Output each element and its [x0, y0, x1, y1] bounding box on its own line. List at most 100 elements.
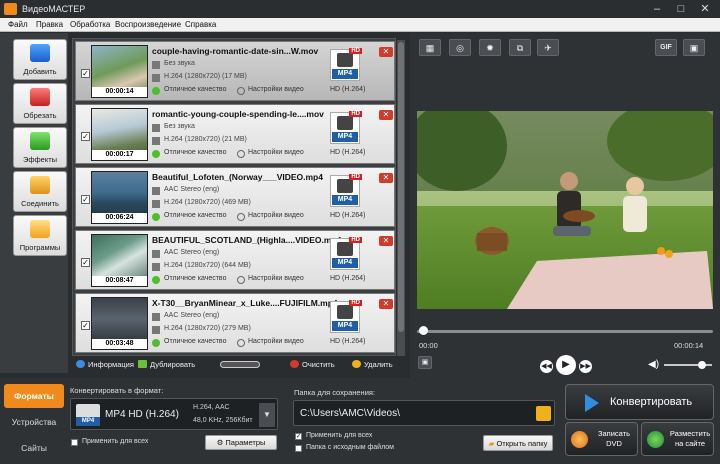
open-folder-button[interactable]: ▰ Открыть папку — [483, 435, 553, 451]
cut-label: Обрезать — [23, 111, 57, 120]
list-scrollbar[interactable] — [397, 40, 405, 356]
format-badge[interactable]: HD MP4 — [330, 48, 362, 81]
effects-button[interactable]: Эффекты — [13, 127, 67, 168]
format-selector[interactable]: MP4 MP4 HD (H.264) H.264, AAC 48,0 KHz, … — [70, 398, 278, 430]
format-name: MP4 HD (H.264) — [105, 409, 179, 420]
source-folder-label: Папка с исходным файлом — [306, 444, 394, 451]
delete-button[interactable]: Удалить — [352, 360, 393, 369]
remove-file-icon[interactable]: ✕ — [379, 173, 393, 183]
duration-label: 00:00:14 — [92, 87, 147, 97]
video-thumbnail[interactable]: 00:00:17 — [91, 108, 148, 161]
duplicate-button[interactable]: Дублировать — [138, 360, 195, 369]
tab-sites[interactable]: Сайты — [4, 436, 64, 460]
video-preview[interactable] — [417, 111, 713, 309]
parameters-button[interactable]: ⚙ Параметры — [205, 435, 277, 450]
file-checkbox[interactable]: ✓ — [81, 321, 90, 330]
video-settings-link[interactable]: Настройки видео — [248, 149, 304, 156]
apply-all-folder-checkbox[interactable]: ✓ — [295, 433, 302, 440]
apply-all-checkbox[interactable] — [71, 439, 78, 446]
scrollbar-thumb[interactable] — [398, 42, 404, 332]
film-strip-icon[interactable]: ▦ — [419, 39, 441, 56]
video-thumbnail[interactable]: 00:03:48 — [91, 297, 148, 350]
snapshot-icon[interactable]: ▣ — [418, 356, 432, 369]
play-icon[interactable]: ▶ — [556, 355, 576, 375]
tab-devices[interactable]: Устройства — [4, 410, 64, 434]
info-icon — [76, 360, 85, 368]
quality-label[interactable]: Отличное качество — [164, 212, 226, 219]
remove-file-icon[interactable]: ✕ — [379, 236, 393, 246]
camera-icon — [337, 179, 353, 193]
join-button[interactable]: Соединить — [13, 171, 67, 212]
add-button[interactable]: Добавить — [13, 39, 67, 80]
convert-button[interactable]: Конвертировать — [565, 384, 714, 420]
close-icon[interactable]: ✕ — [694, 2, 716, 16]
menu-edit[interactable]: Правка — [36, 20, 63, 29]
quality-label[interactable]: Отличное качество — [164, 149, 226, 156]
audio-info: Без звука — [164, 123, 195, 130]
file-item[interactable]: ✓ 00:00:17 romantic-young-couple-spendin… — [75, 104, 395, 164]
file-item[interactable]: ✓ 00:03:48 X-T30__BryanMinear_x_Luke....… — [75, 293, 395, 353]
burn-dvd-button[interactable]: Записать DVD — [565, 422, 638, 456]
file-item[interactable]: ✓ 00:08:47 BEAUTIFUL_SCOTLAND_(Highla...… — [75, 230, 395, 290]
remove-file-icon[interactable]: ✕ — [379, 47, 393, 57]
seek-handle[interactable] — [419, 326, 428, 335]
quality-label[interactable]: Отличное качество — [164, 86, 226, 93]
maximize-icon[interactable]: □ — [670, 2, 692, 16]
menu-file[interactable]: Файл — [8, 20, 28, 29]
crop-icon[interactable]: ⧉ — [509, 39, 531, 56]
save-folder-field[interactable]: C:\Users\AMC\Videos\ — [293, 400, 555, 426]
brightness-icon[interactable]: ✹ — [479, 39, 501, 56]
programs-button[interactable]: Программы — [13, 215, 67, 256]
video-settings-link[interactable]: Настройки видео — [248, 212, 304, 219]
video-thumbnail[interactable]: 00:08:47 — [91, 234, 148, 287]
gear-icon — [237, 339, 245, 347]
info-button[interactable]: Информация — [76, 360, 134, 369]
upload-button[interactable]: Разместить на сайте — [641, 422, 714, 456]
parameters-label: Параметры — [225, 438, 266, 447]
minimize-icon[interactable]: – — [646, 2, 668, 16]
source-folder-checkbox[interactable] — [295, 445, 302, 452]
chevron-down-icon[interactable]: ▼ — [259, 403, 275, 427]
video-thumbnail[interactable]: 00:06:24 — [91, 171, 148, 224]
file-item[interactable]: ✓ 00:06:24 Beautiful_Lofoten_(Norway___V… — [75, 167, 395, 227]
file-checkbox[interactable]: ✓ — [81, 258, 90, 267]
remove-file-icon[interactable]: ✕ — [379, 299, 393, 309]
video-settings-link[interactable]: Настройки видео — [248, 338, 304, 345]
cut-button[interactable]: Обрезать — [13, 83, 67, 124]
video-settings-link[interactable]: Настройки видео — [248, 86, 304, 93]
duration-label: 00:08:47 — [92, 276, 147, 286]
folder-icon[interactable] — [536, 406, 551, 421]
menu-playback[interactable]: Воспроизведение — [115, 20, 181, 29]
video-icon — [152, 200, 160, 208]
gif-button[interactable]: GIF — [655, 39, 677, 56]
volume-handle[interactable] — [698, 361, 707, 369]
format-badge[interactable]: HD MP4 — [330, 174, 362, 207]
seek-bar[interactable] — [417, 330, 713, 333]
format-badge[interactable]: HD MP4 — [330, 111, 362, 144]
remove-file-icon[interactable]: ✕ — [379, 110, 393, 120]
menu-help[interactable]: Справка — [185, 20, 216, 29]
file-checkbox[interactable]: ✓ — [81, 132, 90, 141]
video-info: H.264 (1280x720) (279 MB) — [164, 325, 251, 332]
quality-label[interactable]: Отличное качество — [164, 338, 226, 345]
file-checkbox[interactable]: ✓ — [81, 195, 90, 204]
video-settings-link[interactable]: Настройки видео — [248, 275, 304, 282]
stabilize-icon[interactable]: ◎ — [449, 39, 471, 56]
clear-button[interactable]: Очистить — [290, 360, 335, 369]
file-item[interactable]: ✓ 00:00:14 couple-having-romantic-date-s… — [75, 41, 395, 101]
previous-icon[interactable]: ◀◀ — [540, 360, 553, 373]
view-toggle[interactable] — [220, 361, 260, 370]
clear-icon — [290, 360, 299, 368]
fullscreen-icon[interactable]: ▣ — [683, 39, 705, 56]
file-checkbox[interactable]: ✓ — [81, 69, 90, 78]
video-thumbnail[interactable]: 00:00:14 — [91, 45, 148, 98]
next-icon[interactable]: ▶▶ — [579, 360, 592, 373]
gear-icon — [237, 87, 245, 95]
speed-icon[interactable]: ✈ — [537, 39, 559, 56]
menu-processing[interactable]: Обработка — [70, 20, 110, 29]
quality-label[interactable]: Отличное качество — [164, 275, 226, 282]
format-badge[interactable]: HD MP4 — [330, 237, 362, 270]
format-badge[interactable]: HD MP4 — [330, 300, 362, 333]
volume-icon[interactable]: ◀) — [648, 359, 659, 370]
tab-formats[interactable]: Форматы — [4, 384, 64, 408]
